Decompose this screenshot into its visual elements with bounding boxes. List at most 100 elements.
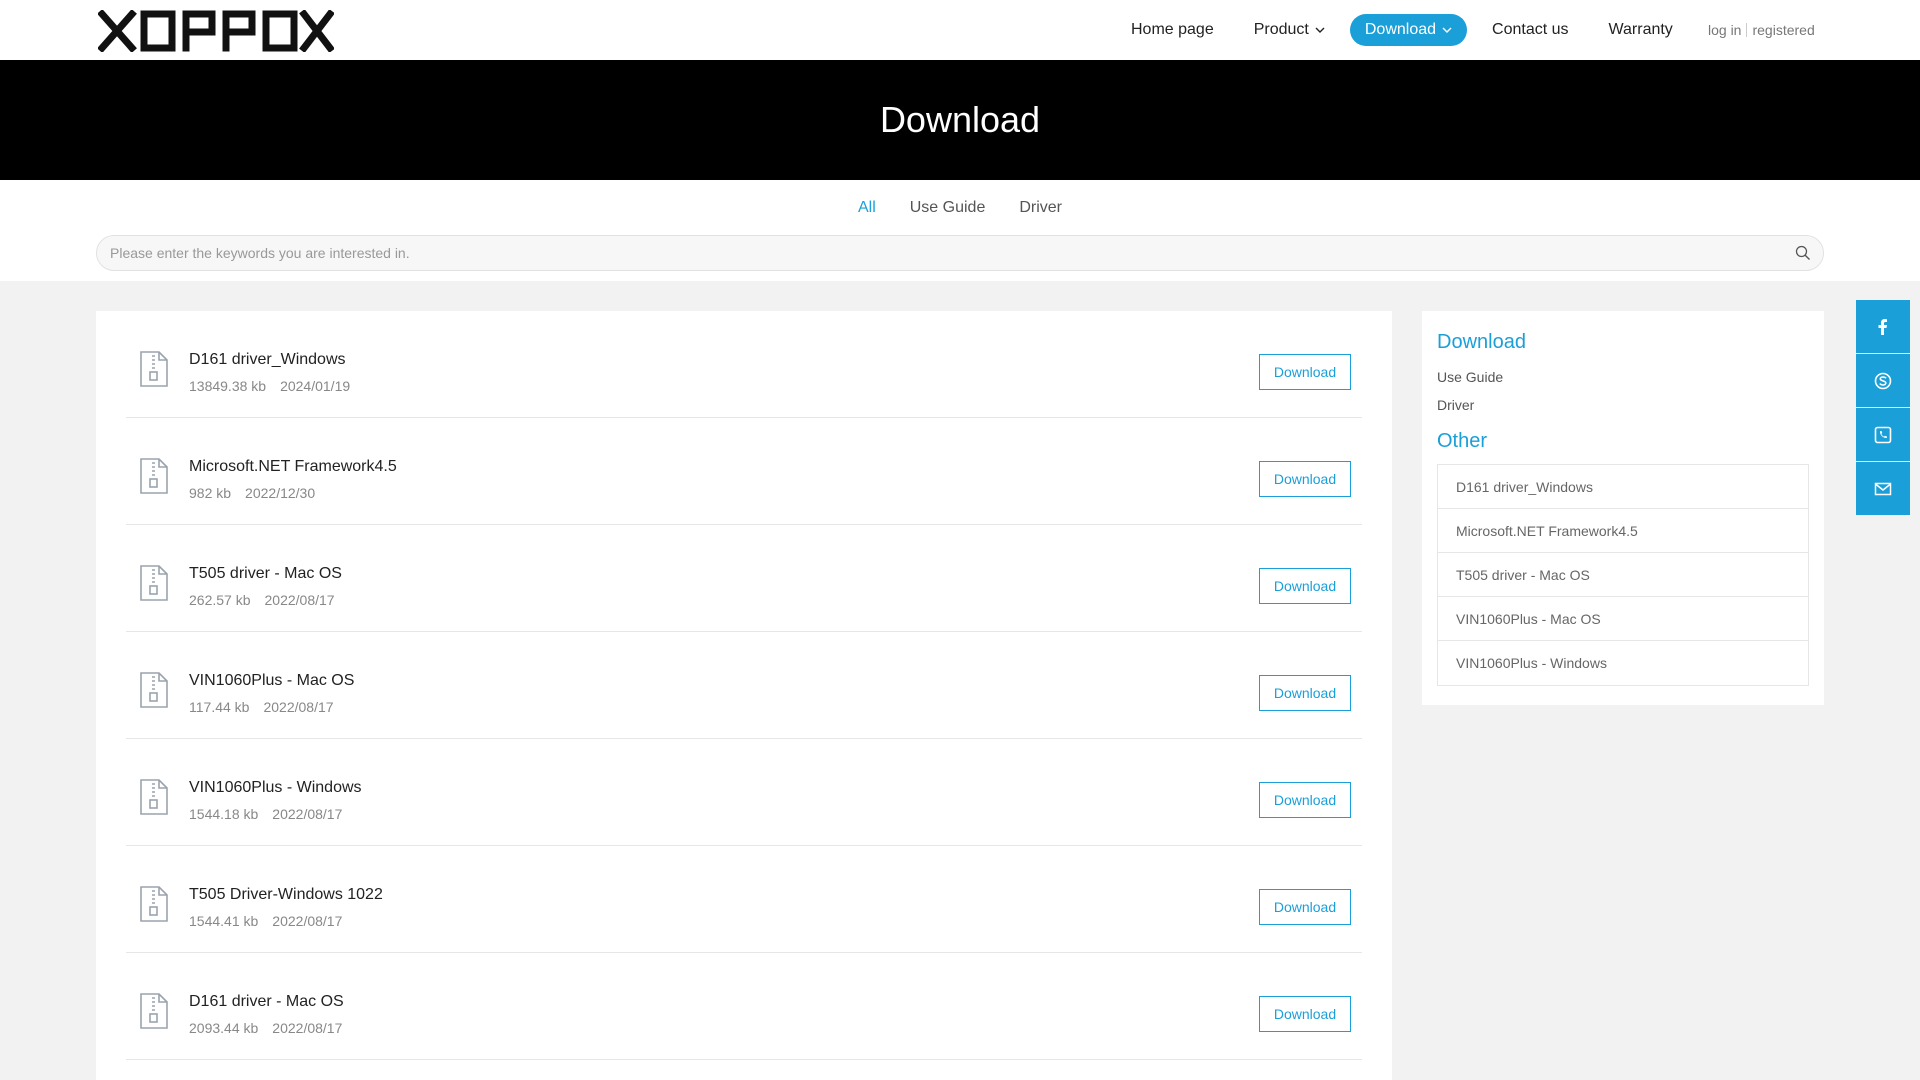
download-button[interactable]: Download bbox=[1259, 354, 1351, 390]
skype-icon bbox=[1874, 372, 1892, 389]
sidebar-heading[interactable]: Download bbox=[1437, 331, 1526, 354]
file-size: 262.57 kb bbox=[189, 592, 251, 608]
phone-icon bbox=[1874, 426, 1892, 443]
top-header: Home page Product Download Contact us Wa… bbox=[0, 0, 1920, 60]
sidebar-other-item[interactable]: D161 driver_Windows bbox=[1438, 465, 1808, 509]
main-nav: Home page Product Download Contact us Wa… bbox=[1116, 14, 1698, 46]
sidebar-other-item[interactable]: T505 driver - Mac OS bbox=[1438, 553, 1808, 597]
chevron-down-icon bbox=[1442, 27, 1452, 33]
file-date: 2022/08/17 bbox=[272, 806, 343, 822]
list-item: T505 Driver-Windows 1022 1544.41 kb 2022/… bbox=[126, 846, 1362, 953]
list-item: D161 driver - Mac OS 2093.44 kb 2022/08/1… bbox=[126, 953, 1362, 1060]
file-size: 982 kb bbox=[189, 485, 232, 501]
list-item: D161 driver_Windows 13849.38 kb 2024/01/1… bbox=[126, 311, 1362, 418]
file-name: D161 driver_Windows bbox=[189, 351, 346, 368]
file-meta: 982 kb 2022/12/30 bbox=[189, 485, 315, 501]
login-link[interactable]: log in bbox=[1708, 22, 1741, 38]
zip-file-icon bbox=[140, 565, 168, 601]
nav-product-label: Product bbox=[1253, 21, 1309, 38]
sidebar-other-list: D161 driver_Windows Microsoft.NET Framew… bbox=[1437, 464, 1809, 686]
file-date: 2022/12/30 bbox=[245, 485, 316, 501]
facebook-button[interactable] bbox=[1856, 300, 1910, 353]
auth-links: log in registered bbox=[1708, 22, 1815, 38]
zip-file-icon bbox=[140, 993, 168, 1029]
list-item: VIN1060Plus - Mac OS 117.44 kb 2022/08/17… bbox=[126, 632, 1362, 739]
zip-file-icon bbox=[140, 672, 168, 708]
download-button[interactable]: Download bbox=[1259, 996, 1351, 1032]
nav-download[interactable]: Download bbox=[1349, 14, 1468, 46]
file-date: 2022/08/17 bbox=[272, 1020, 343, 1036]
nav-product[interactable]: Product bbox=[1239, 14, 1340, 46]
tab-all[interactable]: All bbox=[841, 193, 893, 223]
file-name: D161 driver - Mac OS bbox=[189, 993, 344, 1010]
file-size: 1544.41 kb bbox=[189, 913, 259, 929]
search-input[interactable] bbox=[110, 236, 1770, 270]
file-meta: 117.44 kb 2022/08/17 bbox=[189, 699, 334, 715]
zip-file-icon bbox=[140, 458, 168, 494]
nav-warranty[interactable]: Warranty bbox=[1594, 14, 1688, 46]
search-icon[interactable] bbox=[1795, 245, 1811, 261]
list-item: VIN1060Plus - Windows 1544.18 kb 2022/08/… bbox=[126, 739, 1362, 846]
nav-warranty-label: Warranty bbox=[1608, 21, 1673, 38]
download-button[interactable]: Download bbox=[1259, 782, 1351, 818]
sidebar-link-driver[interactable]: Driver bbox=[1437, 397, 1474, 413]
zip-file-icon bbox=[140, 779, 168, 815]
zip-file-icon bbox=[140, 351, 168, 387]
divider bbox=[1746, 23, 1748, 37]
file-name: T505 driver - Mac OS bbox=[189, 565, 342, 582]
page-title: Download bbox=[879, 99, 1041, 140]
download-button[interactable]: Download bbox=[1259, 675, 1351, 711]
category-tabs: All Use Guide Driver bbox=[0, 193, 1920, 223]
sidebar: Download Use Guide Driver Other D161 dri… bbox=[1422, 311, 1824, 705]
file-meta: 13849.38 kb 2024/01/19 bbox=[189, 378, 350, 394]
file-date: 2022/08/17 bbox=[264, 592, 335, 608]
nav-contact[interactable]: Contact us bbox=[1477, 14, 1583, 46]
register-link[interactable]: registered bbox=[1752, 22, 1814, 38]
nav-contact-label: Contact us bbox=[1492, 21, 1569, 38]
file-meta: 262.57 kb 2022/08/17 bbox=[189, 592, 335, 608]
file-name: T505 Driver-Windows 1022 bbox=[189, 886, 383, 903]
tab-use-guide[interactable]: Use Guide bbox=[893, 193, 1003, 223]
facebook-icon bbox=[1878, 318, 1887, 335]
floating-contact-bar bbox=[1856, 300, 1910, 516]
tab-driver[interactable]: Driver bbox=[1002, 193, 1079, 223]
filter-bar: All Use Guide Driver bbox=[0, 180, 1920, 281]
mail-button[interactable] bbox=[1856, 462, 1910, 515]
file-name: VIN1060Plus - Mac OS bbox=[189, 672, 355, 689]
nav-download-label: Download bbox=[1364, 21, 1437, 38]
search-box bbox=[96, 235, 1824, 271]
logo[interactable] bbox=[97, 9, 335, 53]
sidebar-link-use-guide[interactable]: Use Guide bbox=[1437, 369, 1503, 385]
logo-wordmark bbox=[97, 9, 335, 53]
file-meta: 1544.18 kb 2022/08/17 bbox=[189, 806, 342, 822]
list-item: Microsoft.NET Framework4.5 982 kb 2022/12… bbox=[126, 418, 1362, 525]
chevron-down-icon bbox=[1315, 27, 1325, 33]
zip-file-icon bbox=[140, 886, 168, 922]
file-size: 2093.44 kb bbox=[189, 1020, 259, 1036]
skype-button[interactable] bbox=[1856, 354, 1910, 407]
phone-button[interactable] bbox=[1856, 408, 1910, 461]
nav-home-label: Home page bbox=[1131, 21, 1214, 38]
file-size: 117.44 kb bbox=[189, 699, 250, 715]
sidebar-other-item[interactable]: VIN1060Plus - Mac OS bbox=[1438, 597, 1808, 641]
list-item: T505 driver - Mac OS 262.57 kb 2022/08/17… bbox=[126, 525, 1362, 632]
sidebar-other-heading: Other bbox=[1437, 430, 1488, 452]
file-date: 2024/01/19 bbox=[280, 378, 351, 394]
file-meta: 2093.44 kb 2022/08/17 bbox=[189, 1020, 342, 1036]
nav-home[interactable]: Home page bbox=[1116, 14, 1229, 46]
download-button[interactable]: Download bbox=[1259, 889, 1351, 925]
file-name: VIN1060Plus - Windows bbox=[189, 779, 362, 796]
download-button[interactable]: Download bbox=[1259, 568, 1351, 604]
file-date: 2022/08/17 bbox=[272, 913, 343, 929]
file-size: 13849.38 kb bbox=[189, 378, 267, 394]
sidebar-other-item[interactable]: Microsoft.NET Framework4.5 bbox=[1438, 509, 1808, 553]
download-list: D161 driver_Windows 13849.38 kb 2024/01/1… bbox=[96, 311, 1392, 1080]
page-banner: Download bbox=[0, 60, 1920, 180]
file-name: Microsoft.NET Framework4.5 bbox=[189, 458, 397, 475]
download-button[interactable]: Download bbox=[1259, 461, 1351, 497]
mail-icon bbox=[1874, 482, 1892, 495]
file-meta: 1544.41 kb 2022/08/17 bbox=[189, 913, 342, 929]
file-size: 1544.18 kb bbox=[189, 806, 259, 822]
file-date: 2022/08/17 bbox=[263, 699, 334, 715]
sidebar-other-item[interactable]: VIN1060Plus - Windows bbox=[1438, 641, 1808, 685]
